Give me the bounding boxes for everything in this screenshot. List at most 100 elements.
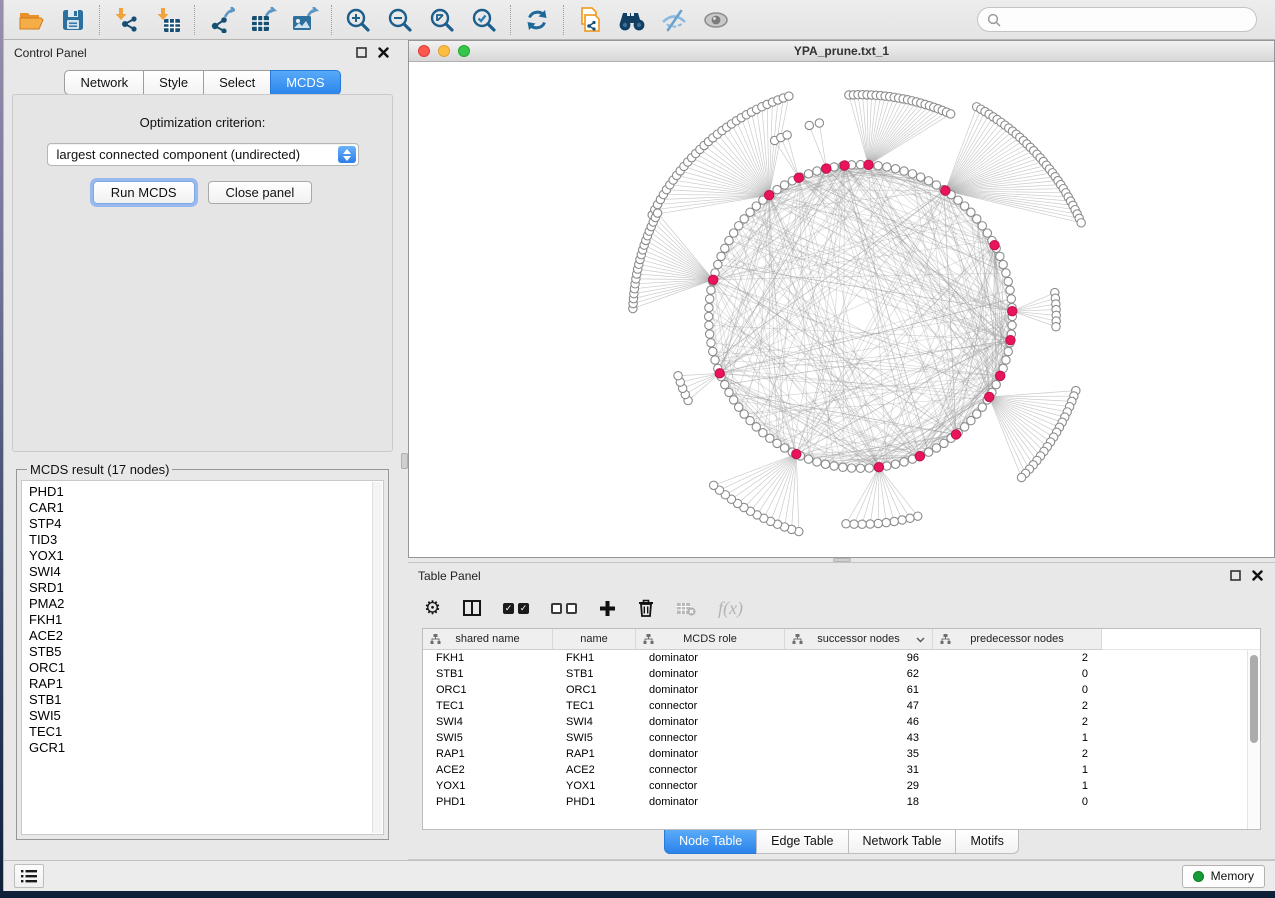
graph-hub-node[interactable] — [792, 449, 801, 458]
table-row[interactable]: ORC1ORC1dominator610 — [423, 682, 1247, 698]
graph-node[interactable] — [847, 464, 855, 472]
mcds-result-item[interactable]: PHD1 — [29, 484, 369, 500]
memory-button[interactable]: Memory — [1182, 865, 1265, 888]
mcds-result-item[interactable]: STB5 — [29, 644, 369, 660]
graph-node[interactable] — [705, 330, 713, 338]
graph-node[interactable] — [773, 185, 781, 193]
hide-selected-button[interactable] — [653, 3, 695, 37]
graph-node[interactable] — [900, 167, 908, 175]
graph-node[interactable] — [721, 244, 729, 252]
graph-node[interactable] — [780, 444, 788, 452]
graph-node[interactable] — [865, 464, 873, 472]
zoom-fit-button[interactable] — [421, 3, 463, 37]
table-settings-button[interactable]: ⚙ — [424, 599, 441, 618]
criterion-select[interactable]: largest connected component (undirected) — [47, 143, 359, 166]
graph-node[interactable] — [815, 119, 823, 127]
mcds-result-item[interactable]: FKH1 — [29, 612, 369, 628]
delete-column-button[interactable] — [638, 599, 654, 617]
graph-node[interactable] — [717, 252, 725, 260]
graph-node[interactable] — [858, 520, 866, 528]
graph-hub-node[interactable] — [985, 392, 994, 401]
graph-node[interactable] — [996, 252, 1004, 260]
graph-node[interactable] — [704, 312, 712, 320]
graph-node[interactable] — [891, 460, 899, 468]
graph-hub-node[interactable] — [951, 430, 960, 439]
graph-node[interactable] — [709, 481, 717, 489]
tab-node-table[interactable]: Node Table — [664, 830, 757, 854]
table-scrollbar[interactable] — [1247, 650, 1260, 829]
graph-node[interactable] — [705, 295, 713, 303]
graph-node[interactable] — [916, 173, 924, 181]
graph-node[interactable] — [856, 464, 864, 472]
graph-node[interactable] — [813, 458, 821, 466]
tab-style[interactable]: Style — [143, 70, 204, 95]
network-canvas[interactable] — [409, 62, 1274, 557]
refresh-button[interactable] — [516, 3, 558, 37]
graph-node[interactable] — [1077, 219, 1085, 227]
graph-node[interactable] — [705, 303, 713, 311]
graph-hub-node[interactable] — [822, 164, 831, 173]
table-splitter-grip[interactable] — [833, 558, 851, 562]
graph-node[interactable] — [932, 181, 940, 189]
graph-node[interactable] — [721, 380, 729, 388]
add-column-button[interactable] — [599, 600, 616, 617]
import-network-button[interactable] — [105, 3, 147, 37]
graph-hub-node[interactable] — [715, 369, 724, 378]
mcds-result-item[interactable]: CAR1 — [29, 500, 369, 516]
table-row[interactable]: SWI4SWI4dominator462 — [423, 714, 1247, 730]
network-window-titlebar[interactable]: YPA_prune.txt_1 — [409, 41, 1274, 62]
graph-node[interactable] — [978, 222, 986, 230]
graph-node[interactable] — [1002, 269, 1010, 277]
graph-node[interactable] — [946, 110, 954, 118]
graph-node[interactable] — [1007, 295, 1015, 303]
graph-node[interactable] — [874, 161, 882, 169]
graph-hub-node[interactable] — [764, 191, 773, 200]
mcds-result-item[interactable]: STP4 — [29, 516, 369, 532]
graph-node[interactable] — [1017, 473, 1025, 481]
graph-node[interactable] — [709, 347, 717, 355]
graph-hub-node[interactable] — [1006, 336, 1015, 345]
graph-node[interactable] — [785, 92, 793, 100]
graph-node[interactable] — [983, 229, 991, 237]
graph-node[interactable] — [924, 177, 932, 185]
mcds-result-item[interactable]: ACE2 — [29, 628, 369, 644]
graph-hub-node[interactable] — [840, 161, 849, 170]
select-all-rows-button[interactable]: ✓ ✓ — [503, 603, 529, 614]
graph-node[interactable] — [830, 462, 838, 470]
graph-node[interactable] — [653, 209, 661, 217]
scrollbar-thumb[interactable] — [1250, 655, 1258, 743]
zoom-out-button[interactable] — [379, 3, 421, 37]
graph-node[interactable] — [908, 170, 916, 178]
mcds-result-item[interactable]: GCR1 — [29, 740, 369, 756]
zoom-in-button[interactable] — [337, 3, 379, 37]
graph-node[interactable] — [725, 388, 733, 396]
column-visibility-button[interactable] — [463, 600, 481, 616]
graph-node[interactable] — [729, 229, 737, 237]
graph-node[interactable] — [850, 520, 858, 528]
graph-hub-node[interactable] — [915, 452, 924, 461]
import-table-button[interactable] — [147, 3, 189, 37]
graph-node[interactable] — [924, 448, 932, 456]
mcds-result-item[interactable]: RAP1 — [29, 676, 369, 692]
column-header-name[interactable]: name — [553, 629, 636, 650]
graph-node[interactable] — [839, 463, 847, 471]
tab-network[interactable]: Network — [64, 70, 144, 95]
tab-network-table[interactable]: Network Table — [848, 830, 957, 854]
show-hidden-button[interactable] — [695, 3, 737, 37]
graph-hub-node[interactable] — [794, 173, 803, 182]
graph-node[interactable] — [1052, 323, 1060, 331]
graph-node[interactable] — [1004, 347, 1012, 355]
graph-node[interactable] — [804, 455, 812, 463]
close-window-button[interactable] — [418, 45, 430, 57]
graph-node[interactable] — [711, 356, 719, 364]
mcds-result-item[interactable]: YOX1 — [29, 548, 369, 564]
float-panel-button[interactable] — [353, 45, 369, 61]
run-mcds-button[interactable]: Run MCDS — [93, 181, 195, 204]
column-header-mcds-role[interactable]: MCDS role — [636, 629, 785, 650]
graph-node[interactable] — [674, 372, 682, 380]
graph-node[interactable] — [735, 403, 743, 411]
graph-hub-node[interactable] — [990, 241, 999, 250]
mcds-result-item[interactable]: ORC1 — [29, 660, 369, 676]
splitter-grip[interactable] — [401, 453, 408, 469]
graph-node[interactable] — [1006, 286, 1014, 294]
